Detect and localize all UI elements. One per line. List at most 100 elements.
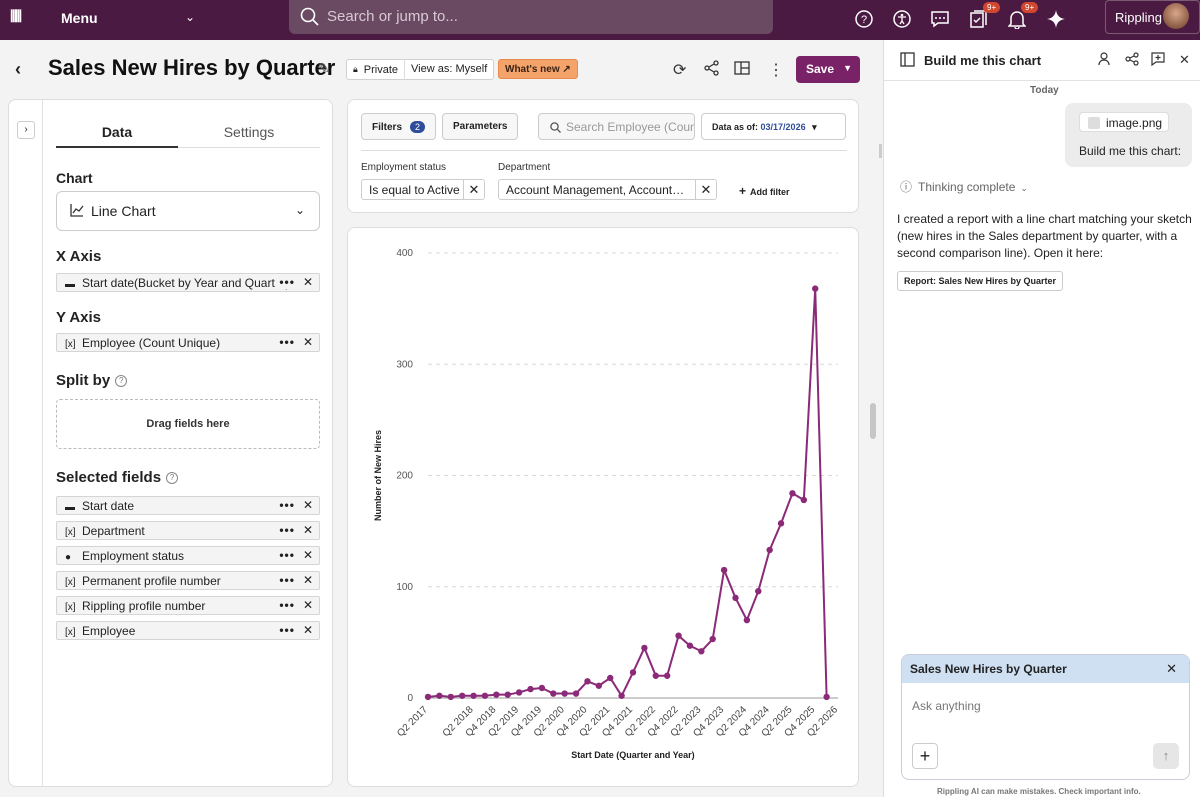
menu-button[interactable]: Menu [61, 10, 98, 26]
add-attachment-button[interactable]: + [912, 743, 938, 769]
chart-type-select[interactable]: Line Chart ⌄ [56, 191, 320, 231]
data-point [436, 692, 443, 699]
add-filter-button[interactable]: + Add filter [739, 184, 790, 198]
help-icon[interactable]: ? [115, 375, 128, 388]
more-options-icon[interactable]: ⋮ [768, 60, 784, 80]
selected-field[interactable]: [x] Permanent profile number ••• ✕ [56, 571, 320, 590]
close-icon[interactable]: ✕ [1179, 52, 1190, 68]
avatar[interactable] [1163, 3, 1189, 29]
data-point [470, 692, 477, 699]
data-as-of-select[interactable]: Data as of: 03/17/2026 ▾ [701, 113, 846, 140]
filters-panel: Filters 2 Parameters Search Employee (Cou… [347, 99, 859, 213]
remove-field-icon[interactable]: ✕ [303, 523, 313, 537]
data-point [493, 691, 500, 698]
layout-icon[interactable] [734, 60, 750, 81]
remove-field-icon[interactable]: ✕ [303, 573, 313, 587]
y-axis-title: Number of New Hires [373, 430, 383, 521]
parameters-button[interactable]: Parameters [442, 113, 519, 140]
data-point [777, 520, 785, 527]
field-more-icon[interactable]: ••• [279, 498, 295, 512]
divider [42, 100, 43, 786]
text-field-icon: [x] [65, 527, 76, 538]
selected-field[interactable]: [x] Department ••• ✕ [56, 521, 320, 540]
visibility-controls[interactable]: 🔒︎ Private View as: Myself [346, 59, 495, 80]
y-tick-label: 100 [396, 582, 413, 593]
visibility-label[interactable]: Private [358, 64, 404, 76]
text-field-icon: [x] [65, 339, 76, 350]
calendar-icon: ▬ [65, 279, 75, 290]
department-filter[interactable]: Account Management, Accountants, Sales ✕ [498, 179, 717, 200]
help-icon[interactable]: ? [166, 472, 179, 485]
x-axis-field[interactable]: ▬ Start date(Bucket by Year and Quarter) … [56, 273, 320, 292]
data-point [766, 546, 773, 554]
remove-field-icon[interactable]: ✕ [303, 275, 313, 289]
rippling-logo[interactable]: ⦀⦀ [10, 9, 22, 27]
tab-data[interactable]: Data [56, 124, 178, 140]
field-more-icon[interactable]: ••• [279, 523, 295, 537]
save-button[interactable]: Save ▼ [796, 56, 860, 83]
chat-icon[interactable] [929, 8, 951, 30]
report-link[interactable]: Report: Sales New Hires by Quarter [897, 271, 1064, 291]
data-point [789, 490, 796, 497]
remove-field-icon[interactable]: ✕ [303, 335, 313, 349]
selected-field[interactable]: ▬ Start date ••• ✕ [56, 496, 320, 515]
remove-field-icon[interactable]: ✕ [303, 598, 313, 612]
whats-new-button[interactable]: What's new ↗ [498, 59, 578, 79]
send-button[interactable]: ↑ [1153, 743, 1179, 769]
filters-button[interactable]: Filters 2 [361, 113, 437, 140]
remove-filter-icon[interactable]: ✕ [463, 180, 484, 199]
column-search-input[interactable]: Search Employee (Count Unique) [538, 113, 695, 140]
field-more-icon[interactable]: ••• [279, 335, 295, 349]
field-more-icon[interactable]: ••• [279, 623, 295, 637]
image-icon [1088, 117, 1100, 129]
user-icon[interactable] [1098, 52, 1112, 69]
tab-settings[interactable]: Settings [188, 124, 310, 140]
ai-sparkle-icon[interactable] [1045, 8, 1067, 30]
help-icon[interactable]: ? [853, 8, 875, 30]
selected-field[interactable]: ● Employment status ••• ✕ [56, 546, 320, 565]
expand-sidebar-button[interactable]: › [17, 121, 35, 139]
chat-composer: Sales New Hires by Quarter ✕ Ask anything… [901, 654, 1190, 780]
employment-status-filter[interactable]: Is equal to Active ✕ [361, 179, 485, 200]
calendar-icon: ▬ [65, 502, 75, 513]
view-as-label[interactable]: View as: Myself [404, 59, 493, 80]
field-more-icon[interactable]: ••• [279, 598, 295, 612]
remove-field-icon[interactable]: ✕ [303, 623, 313, 637]
panel-resize-handle[interactable] [870, 403, 876, 439]
y-axis-field-label: Employee (Count Unique) [82, 336, 221, 350]
remove-field-icon[interactable]: ✕ [303, 498, 313, 512]
text-field-icon: [x] [65, 577, 76, 588]
field-more-icon[interactable]: ••• [279, 548, 295, 562]
split-by-dropzone[interactable]: Drag fields here [56, 399, 320, 449]
data-point [720, 566, 728, 574]
selected-field[interactable]: [x] Rippling profile number ••• ✕ [56, 596, 320, 615]
scrollbar[interactable] [879, 144, 882, 158]
chevron-down-icon[interactable]: ⌄ [185, 10, 195, 24]
field-more-icon[interactable]: ••• [279, 275, 295, 289]
data-point [515, 689, 523, 696]
attachment-chip[interactable]: image.png [1079, 112, 1169, 132]
series-line [427, 287, 828, 698]
edit-title-icon[interactable]: ✎ [318, 60, 330, 77]
remove-filter-icon[interactable]: ✕ [695, 180, 716, 199]
chat-input[interactable]: Ask anything [912, 699, 981, 713]
sidebar-toggle-icon[interactable] [900, 52, 915, 70]
global-search-input[interactable]: Search or jump to... [289, 0, 773, 34]
share-icon[interactable] [704, 60, 720, 81]
share-icon[interactable] [1125, 52, 1139, 69]
selected-field[interactable]: [x] Employee ••• ✕ [56, 621, 320, 640]
y-axis-field[interactable]: [x] Employee (Count Unique) ••• ✕ [56, 333, 320, 352]
new-chat-icon[interactable] [1151, 52, 1165, 69]
chevron-down-icon[interactable]: ⌄ [295, 203, 305, 217]
chevron-down-icon[interactable]: ▼ [843, 63, 852, 73]
split-by-label: Split by? [56, 372, 128, 389]
back-arrow-icon[interactable]: ‹ [15, 59, 21, 80]
close-icon[interactable]: ✕ [1166, 661, 1177, 677]
remove-field-icon[interactable]: ✕ [303, 548, 313, 562]
refresh-icon[interactable]: ⟳ [673, 60, 686, 80]
accessibility-icon[interactable] [891, 8, 913, 30]
notifications-badge: 9+ [1021, 2, 1039, 13]
field-more-icon[interactable]: ••• [279, 573, 295, 587]
data-point [732, 594, 739, 602]
thinking-toggle[interactable]: ⓘ Thinking complete ⌄ [900, 178, 1028, 195]
